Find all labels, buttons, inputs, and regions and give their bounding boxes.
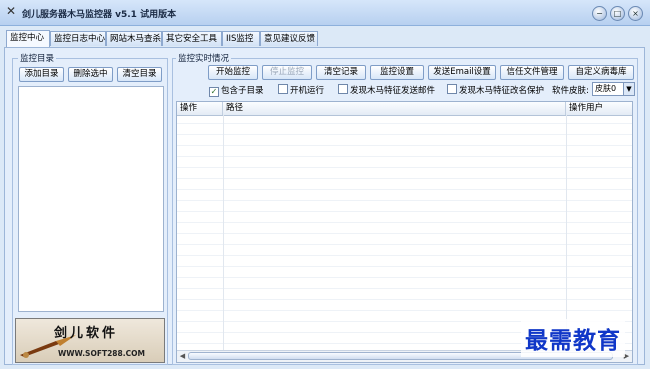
trusted-files-button[interactable]: 信任文件管理 <box>500 65 564 80</box>
scroll-left-icon[interactable]: ◀ <box>178 352 187 360</box>
rename-protect-label: 发现木马特征改名保护 <box>459 86 545 96</box>
tab-monitor-log[interactable]: 监控日志中心 <box>50 31 106 46</box>
watermark-text: 最需教育 <box>521 319 625 357</box>
run-at-startup-label: 开机运行 <box>290 86 325 96</box>
logo-url: WWW.SOFT288.COM <box>58 349 145 358</box>
email-settings-button[interactable]: 发送Email设置 <box>428 65 496 80</box>
directory-group-title: 监控目录 <box>18 52 57 64</box>
tab-iis-monitor[interactable]: IIS监控 <box>222 31 260 46</box>
tab-other-security-tools[interactable]: 其它安全工具 <box>162 31 222 46</box>
tab-feedback[interactable]: 意见建议反馈 <box>260 31 318 46</box>
checkbox-checked-icon[interactable]: ✓ <box>209 87 219 97</box>
app-icon: ✕ <box>6 4 17 18</box>
checkbox-icon[interactable] <box>447 84 457 94</box>
brand-logo: 剑儿软件 WWW.SOFT288.COM <box>15 318 165 363</box>
tab-monitor-center[interactable]: 监控中心 <box>6 30 50 47</box>
send-email-label: 发现木马特征发送邮件 <box>350 86 436 96</box>
include-subdirectories-option[interactable]: ✓ 包含子目录 <box>209 84 264 97</box>
tab-site-trojan-scan[interactable]: 网站木马查杀 <box>106 31 162 46</box>
monitor-settings-button[interactable]: 监控设置 <box>370 65 424 80</box>
window-title: 剑儿服务器木马监控器 v5.1 试用版本 <box>22 10 177 20</box>
close-button[interactable]: × <box>628 6 643 21</box>
checkbox-icon[interactable] <box>338 84 348 94</box>
send-email-option[interactable]: 发现木马特征发送邮件 <box>338 84 435 96</box>
minimize-button[interactable]: − <box>592 6 607 21</box>
add-directory-button[interactable]: 添加目录 <box>19 67 64 82</box>
clear-directories-button[interactable]: 清空目录 <box>117 67 162 82</box>
stop-monitor-button[interactable]: 停止监控 <box>262 65 312 80</box>
skin-select-value: 皮肤0 <box>595 84 617 93</box>
table-header: 操作 路径 操作用户 <box>177 102 632 116</box>
restore-button[interactable]: □ <box>610 6 625 21</box>
column-header-action[interactable]: 操作 <box>177 102 223 115</box>
chevron-down-icon[interactable]: ▼ <box>623 83 634 95</box>
run-at-startup-option[interactable]: 开机运行 <box>278 84 324 96</box>
start-monitor-button[interactable]: 开始监控 <box>208 65 258 80</box>
column-divider <box>566 115 567 350</box>
title-bar: ✕ 剑儿服务器木马监控器 v5.1 试用版本 − □ × <box>0 0 650 26</box>
custom-virus-library-button[interactable]: 自定义病毒库 <box>568 65 634 80</box>
logo-title: 剑儿软件 <box>54 326 119 341</box>
column-divider <box>223 115 224 350</box>
column-header-path[interactable]: 路径 <box>223 102 566 115</box>
include-subdirectories-label: 包含子目录 <box>221 86 264 96</box>
checkbox-icon[interactable] <box>278 84 288 94</box>
skin-label: 软件皮肤: <box>552 86 589 96</box>
column-header-user[interactable]: 操作用户 <box>566 102 632 115</box>
skin-select[interactable]: 皮肤0 ▼ <box>592 82 635 96</box>
delete-selected-button[interactable]: 删除选中 <box>68 67 113 82</box>
monitor-group-title: 监控实时情况 <box>176 52 232 64</box>
rename-protect-option[interactable]: 发现木马特征改名保护 <box>447 84 544 96</box>
directory-list[interactable] <box>18 86 164 312</box>
clear-log-button[interactable]: 清空记录 <box>316 65 366 80</box>
